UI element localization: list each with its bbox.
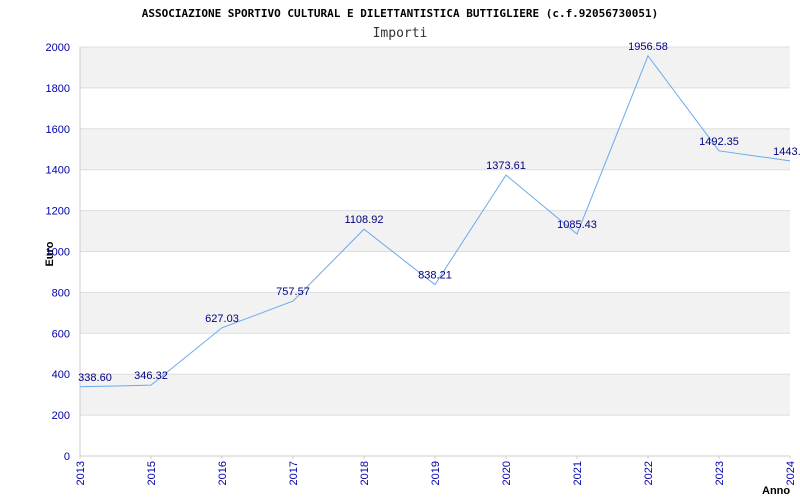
chart-title: ASSOCIAZIONE SPORTIVO CULTURAL E DILETTA…	[142, 7, 659, 20]
plot-band	[80, 47, 790, 88]
x-axis-label: Anno	[762, 485, 790, 497]
data-label: 1956.58	[628, 41, 668, 53]
y-tick-label: 1400	[46, 165, 70, 177]
y-tick-label: 800	[52, 287, 70, 299]
x-tick-label: 2022	[643, 461, 655, 485]
y-tick-label: 200	[52, 410, 70, 422]
data-label: 338.60	[78, 372, 112, 384]
x-tick-label: 2016	[217, 461, 229, 485]
x-tick-label: 2024	[785, 461, 797, 485]
x-tick-label: 2021	[572, 461, 584, 485]
data-label: 1373.61	[486, 160, 526, 172]
x-tick-label: 2023	[714, 461, 726, 485]
y-tick-label: 2000	[46, 42, 70, 54]
y-tick-label: 1600	[46, 124, 70, 136]
data-label: 757.57	[276, 286, 310, 298]
data-label: 838.21	[418, 270, 452, 282]
x-tick-label: 2015	[146, 461, 158, 485]
x-tick-label: 2019	[430, 461, 442, 485]
y-tick-label: 400	[52, 369, 70, 381]
data-label: 627.03	[205, 313, 239, 325]
x-tick-labels: 2013 2015 2016 2017 2018 2019 2020 2021 2022 2023…	[75, 456, 797, 485]
data-label: 1492.35	[699, 136, 739, 148]
chart-subtitle: Importi	[373, 26, 428, 41]
y-axis-label: Euro	[44, 241, 56, 266]
line-chart: 0200400600800100012001400160018002000 20…	[44, 7, 800, 497]
x-tick-label: 2017	[288, 461, 300, 485]
plot-band	[80, 210, 790, 252]
data-label: 1108.92	[345, 214, 384, 226]
plot-band	[80, 374, 790, 416]
x-tick-label: 2020	[501, 461, 513, 485]
plot-bands	[80, 47, 790, 416]
y-tick-label: 600	[52, 328, 70, 340]
x-tick-label: 2018	[359, 461, 371, 485]
plot-band	[80, 292, 790, 334]
y-tick-label: 1200	[46, 206, 70, 218]
data-label: 1085.43	[557, 219, 597, 231]
data-label: 1443.0	[773, 146, 800, 158]
data-label: 346.32	[134, 370, 168, 382]
x-tick-label: 2013	[75, 461, 87, 485]
y-tick-label: 0	[64, 451, 70, 463]
plot-band	[80, 128, 790, 170]
y-tick-label: 1800	[46, 83, 70, 95]
